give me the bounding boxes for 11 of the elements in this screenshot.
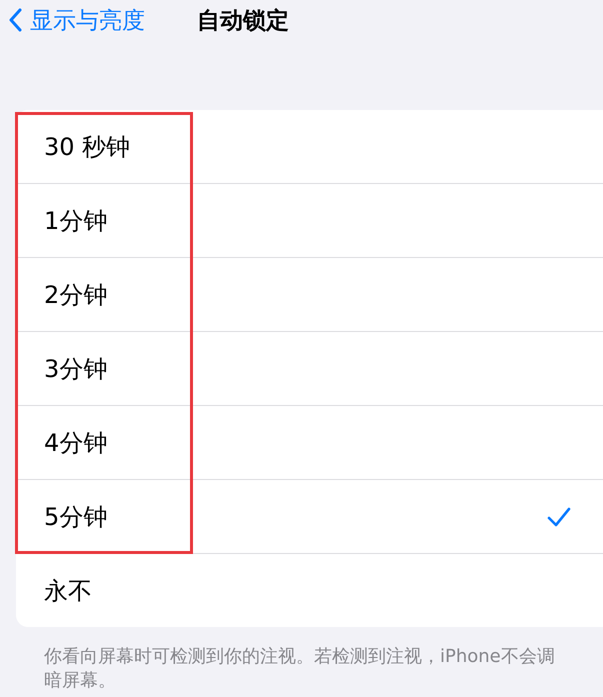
back-chevron-icon <box>8 8 22 32</box>
option-row[interactable]: 永不 <box>16 554 603 627</box>
footer-note: 你看向屏幕时可检测到你的注视。若检测到注视，iPhone不会调暗屏幕。 <box>44 645 556 693</box>
option-row[interactable]: 2分钟 <box>16 258 603 332</box>
option-row[interactable]: 4分钟 <box>16 406 603 480</box>
option-row[interactable]: 5分钟 <box>16 480 603 554</box>
back-button[interactable]: 显示与亮度 <box>0 4 145 36</box>
option-row[interactable]: 30 秒钟 <box>16 110 603 184</box>
option-row[interactable]: 1分钟 <box>16 184 603 258</box>
page-title: 自动锁定 <box>197 6 289 36</box>
option-row[interactable]: 3分钟 <box>16 332 603 406</box>
